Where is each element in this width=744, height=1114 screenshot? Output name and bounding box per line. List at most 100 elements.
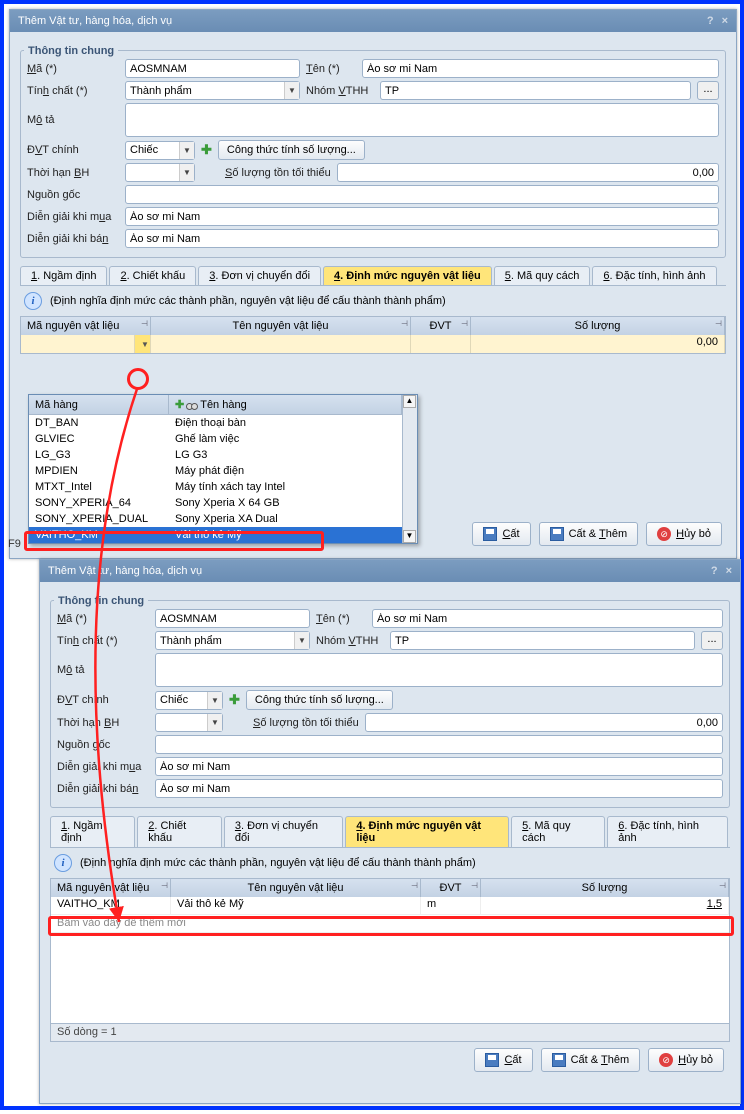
tab-default[interactable]: 1. Ngầm định [50,816,135,847]
tab-attr[interactable]: 6. Đặc tính, hình ảnh [592,266,716,285]
origin-input[interactable] [125,185,719,204]
formula-button[interactable]: Công thức tính số lượng... [218,140,365,160]
label-code: Mã (*) [27,63,119,75]
tabs: 1. Ngầm định 2. Chiết khấu 3. Đơn vị chu… [50,816,730,848]
scroll-up-icon[interactable]: ▲ [403,395,416,408]
save-button[interactable]: Cất [472,522,530,546]
col-uom[interactable]: ĐVT⊣ [411,317,471,335]
code-input[interactable] [125,59,300,78]
unit-combo[interactable]: Chiếc▼ [155,691,223,710]
desc-textarea[interactable] [125,103,719,137]
tab-spec[interactable]: 5. Mã quy cách [494,266,591,285]
nature-combo[interactable]: Thành phẩm ▼ [125,81,300,100]
dropdown-item[interactable]: SONY_XPERIA_64Sony Xperia X 64 GB [29,495,402,511]
cancel-button[interactable]: ⊘Hủy bỏ [646,522,722,546]
scrollbar[interactable]: ▲ ▼ [402,395,417,543]
name-input[interactable] [362,59,719,78]
dropdown-item[interactable]: MPDIENMáy phát điện [29,463,402,479]
notebuy-input[interactable] [155,757,723,776]
label-desc: Mô tả [27,114,119,126]
col-qty[interactable]: Số lượng⊣ [481,879,729,897]
tab-discount[interactable]: 2. Chiết khấu [109,266,196,285]
label-group: Nhóm VTHH [316,635,384,647]
dropdown-trigger[interactable]: ▼ [135,335,151,353]
notesell-input[interactable] [125,229,719,248]
dropdown-item[interactable]: DT_BANĐiện thoại bàn [29,415,402,431]
label-notesell: Diễn giải khi bán [27,233,119,245]
notebuy-input[interactable] [125,207,719,226]
chevron-down-icon: ▼ [179,164,194,181]
chevron-down-icon: ▼ [284,82,299,99]
tab-bom[interactable]: 4. Định mức nguyên vật liệu [323,266,492,285]
close-icon[interactable]: × [726,565,732,577]
grid-editing-row[interactable]: ▼ 0,00 [21,335,725,353]
dropdown-item[interactable]: MTXT_IntelMáy tính xách tay Intel [29,479,402,495]
group-browse-button[interactable]: ... [701,631,723,650]
tab-attr[interactable]: 6. Đặc tính, hình ảnh [607,816,728,847]
scroll-down-icon[interactable]: ▼ [403,530,416,543]
chevron-down-icon: ▼ [207,714,222,731]
dialog-top: Thêm Vật tư, hàng hóa, dịch vụ ? × Thông… [9,9,737,559]
plus-icon[interactable]: ✚ [229,692,240,708]
dropdown-item[interactable]: SONY_XPERIA_DUALSony Xperia XA Dual [29,511,402,527]
grid-filler [51,933,729,1023]
code-input[interactable] [155,609,310,628]
pin-icon: ⊣ [161,881,168,890]
minstock-input[interactable] [337,163,719,182]
name-input[interactable] [372,609,723,628]
tab-uom[interactable]: 3. Đơn vị chuyển đổi [224,816,343,847]
plus-icon[interactable]: ✚ [175,398,184,411]
notesell-input[interactable] [155,779,723,798]
col-material-code[interactable]: Mã nguyên vật liệu⊣ [21,317,151,335]
tab-bom[interactable]: 4. Định mức nguyên vật liệu [345,816,509,847]
cancel-button[interactable]: ⊘Hủy bỏ [648,1048,724,1072]
group-input[interactable] [390,631,695,650]
col-uom[interactable]: ĐVT⊣ [421,879,481,897]
save-icon [485,1053,499,1067]
pin-icon: ⊣ [461,319,468,328]
tab-spec[interactable]: 5. Mã quy cách [511,816,605,847]
dropdown-item[interactable]: LG_G3LG G3 [29,447,402,463]
save-button[interactable]: Cất [474,1048,532,1072]
dropdown-item[interactable]: VAITHO_KMVải thô kẻ Mỹ [29,527,402,543]
unit-combo[interactable]: Chiếc ▼ [125,141,195,160]
group-browse-button[interactable]: ... [697,81,719,100]
dropdown-item[interactable]: GLVIECGhế làm việc [29,431,402,447]
save-add-button[interactable]: Cất & Thêm [541,1048,641,1072]
bom-grid: Mã nguyên vật liệu⊣ Tên nguyên vật liệu⊣… [20,316,726,354]
help-icon[interactable]: ? [707,15,714,27]
nature-combo[interactable]: Thành phẩm▼ [155,631,310,650]
titlebar[interactable]: Thêm Vật tư, hàng hóa, dịch vụ ? × [40,560,740,582]
label-group: Nhóm VTHH [306,85,374,97]
chevron-down-icon: ▼ [179,142,194,159]
col-qty[interactable]: Số lượng⊣ [471,317,725,335]
dropdown-col-name[interactable]: ✚ Tên hàng [169,395,402,414]
table-row[interactable]: VAITHO_KM Vải thô kẻ Mỹ m 1,5 [51,897,729,915]
label-warranty: Thời hạn BH [27,167,119,179]
warranty-combo[interactable]: ▼ [155,713,223,732]
col-material-code[interactable]: Mã nguyên vật liệu⊣ [51,879,171,897]
warranty-combo[interactable]: ▼ [125,163,195,182]
tab-discount[interactable]: 2. Chiết khấu [137,816,222,847]
search-icon[interactable] [186,400,198,410]
minstock-input[interactable] [365,713,723,732]
group-input[interactable] [380,81,691,100]
plus-icon[interactable]: ✚ [201,142,212,158]
grid-hint-row[interactable]: Bấm vào đây để thêm mới [51,915,729,933]
info-text: (Định nghĩa định mức các thành phần, ngu… [50,295,446,307]
tabs: 1. Ngầm định 2. Chiết khấu 3. Đơn vị chu… [20,266,726,286]
origin-input[interactable] [155,735,723,754]
col-material-name[interactable]: Tên nguyên vật liệu⊣ [171,879,421,897]
titlebar[interactable]: Thêm Vật tư, hàng hóa, dịch vụ ? × [10,10,736,32]
col-material-name[interactable]: Tên nguyên vật liệu⊣ [151,317,411,335]
save-add-button[interactable]: Cất & Thêm [539,522,639,546]
tab-uom[interactable]: 3. Đơn vị chuyển đổi [198,266,321,285]
save-icon [550,527,564,541]
formula-button[interactable]: Công thức tính số lượng... [246,690,393,710]
help-icon[interactable]: ? [711,565,718,577]
desc-textarea[interactable] [155,653,723,687]
close-icon[interactable]: × [722,15,728,27]
dropdown-col-code[interactable]: Mã hàng [29,395,169,414]
tab-default[interactable]: 1. Ngầm định [20,266,107,285]
label-origin: Nguồn gốc [27,189,119,201]
